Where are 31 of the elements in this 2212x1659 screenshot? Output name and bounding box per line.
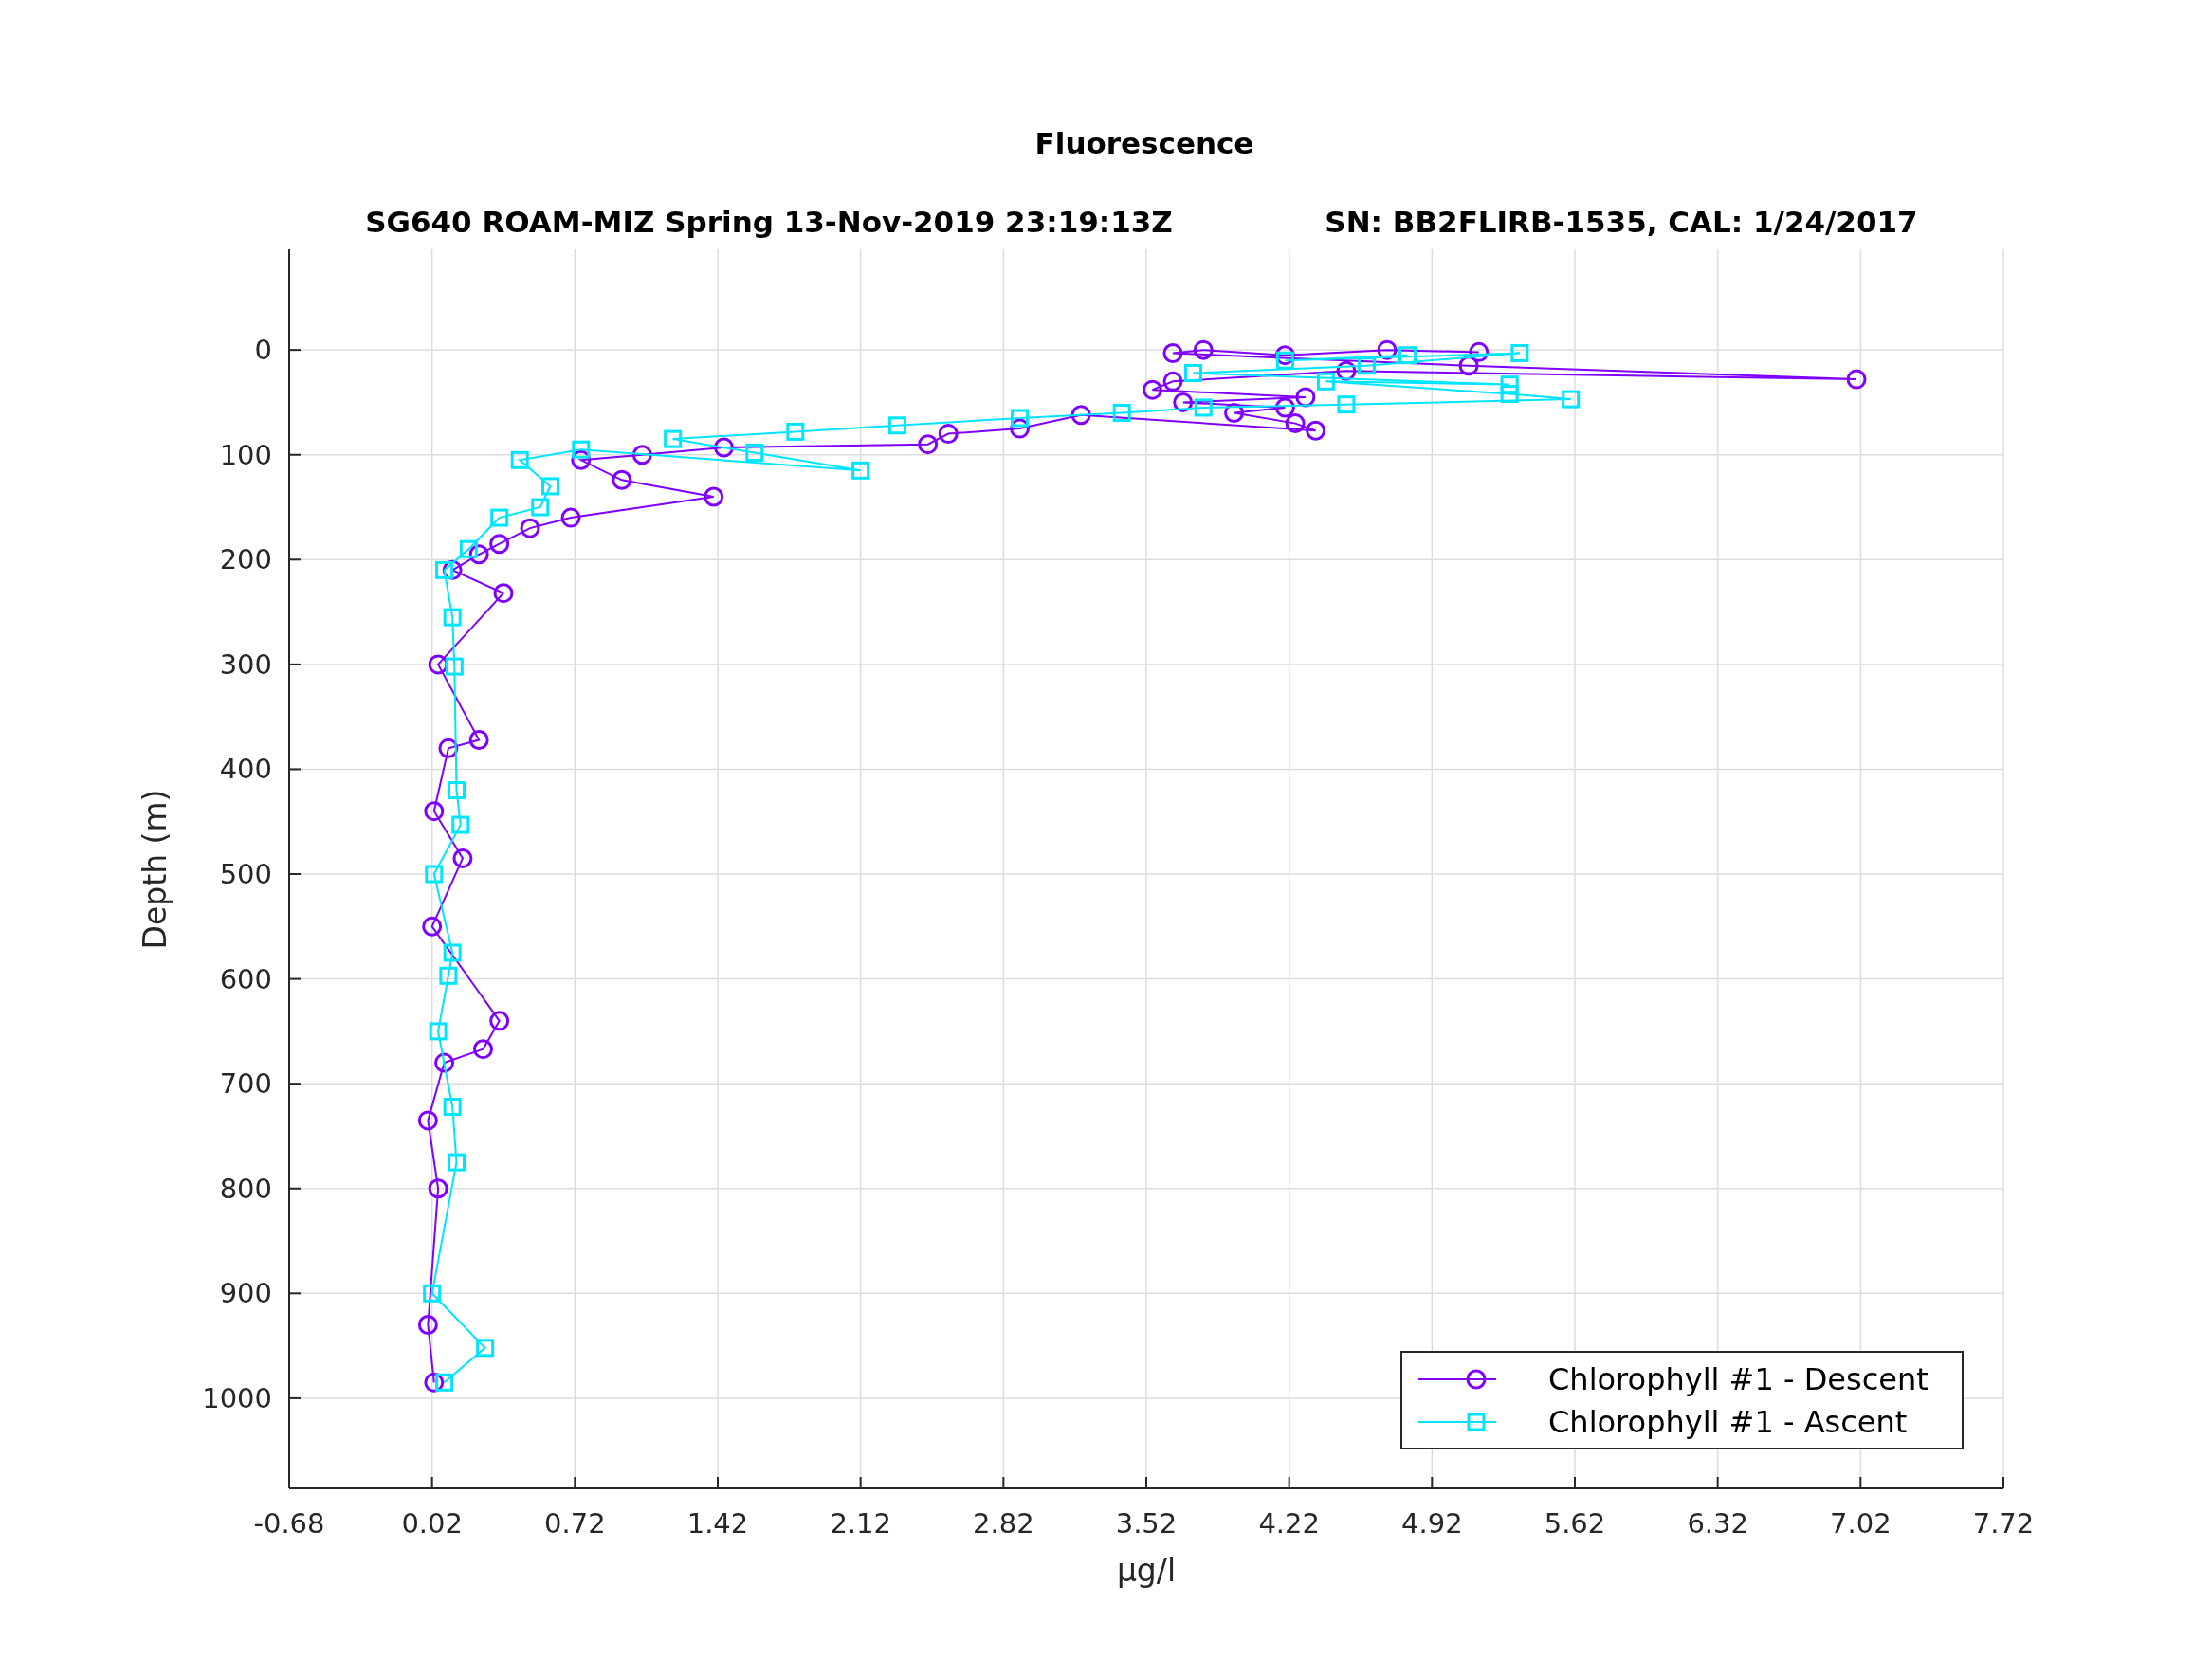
y-tick-label: 600 — [219, 962, 272, 995]
x-tick-label: 7.72 — [1972, 1507, 2035, 1540]
y-axis-label: Depth (m) — [137, 789, 174, 950]
y-tick-label: 500 — [219, 858, 272, 891]
x-tick-label: 4.92 — [1401, 1507, 1463, 1540]
x-tick-label: 1.42 — [686, 1507, 749, 1540]
x-tick-label: 3.52 — [1115, 1507, 1178, 1540]
x-tick-label: 5.62 — [1544, 1507, 1606, 1540]
x-tick-label: 2.82 — [973, 1507, 1034, 1540]
y-tick-label: 100 — [219, 438, 272, 471]
legend-label: Chlorophyll #1 - Descent — [1548, 1361, 1929, 1397]
legend-label: Chlorophyll #1 - Ascent — [1548, 1404, 1908, 1440]
y-tick-label: 400 — [219, 753, 272, 786]
y-tick-label: 900 — [219, 1277, 272, 1310]
x-tick-label: 7.02 — [1830, 1507, 1892, 1540]
y-tick-label: 800 — [219, 1172, 272, 1205]
x-tick-label: 2.12 — [830, 1507, 891, 1540]
x-tick-label: 6.32 — [1687, 1507, 1748, 1540]
x-axis-label: μg/l — [1116, 1552, 1177, 1589]
x-tick-label: 0.02 — [401, 1507, 463, 1540]
x-tick-label: 4.22 — [1258, 1507, 1320, 1540]
y-tick-label: 700 — [219, 1067, 272, 1101]
y-tick-label: 1000 — [202, 1381, 272, 1414]
x-tick-label: 0.72 — [544, 1507, 606, 1540]
chart-subtitle: SG640 ROAM-MIZ Spring 13-Nov-2019 23:19:13Z — [365, 205, 1173, 239]
chart-subtitle: SN: BB2FLIRB-1535, CAL: 1/24/2017 — [1325, 205, 1918, 239]
y-tick-label: 200 — [219, 543, 272, 576]
chart-title: Fluorescence — [1034, 126, 1254, 160]
y-tick-label: 300 — [219, 647, 272, 681]
x-tick-label: -0.68 — [253, 1507, 325, 1540]
y-tick-label: 0 — [254, 334, 272, 367]
